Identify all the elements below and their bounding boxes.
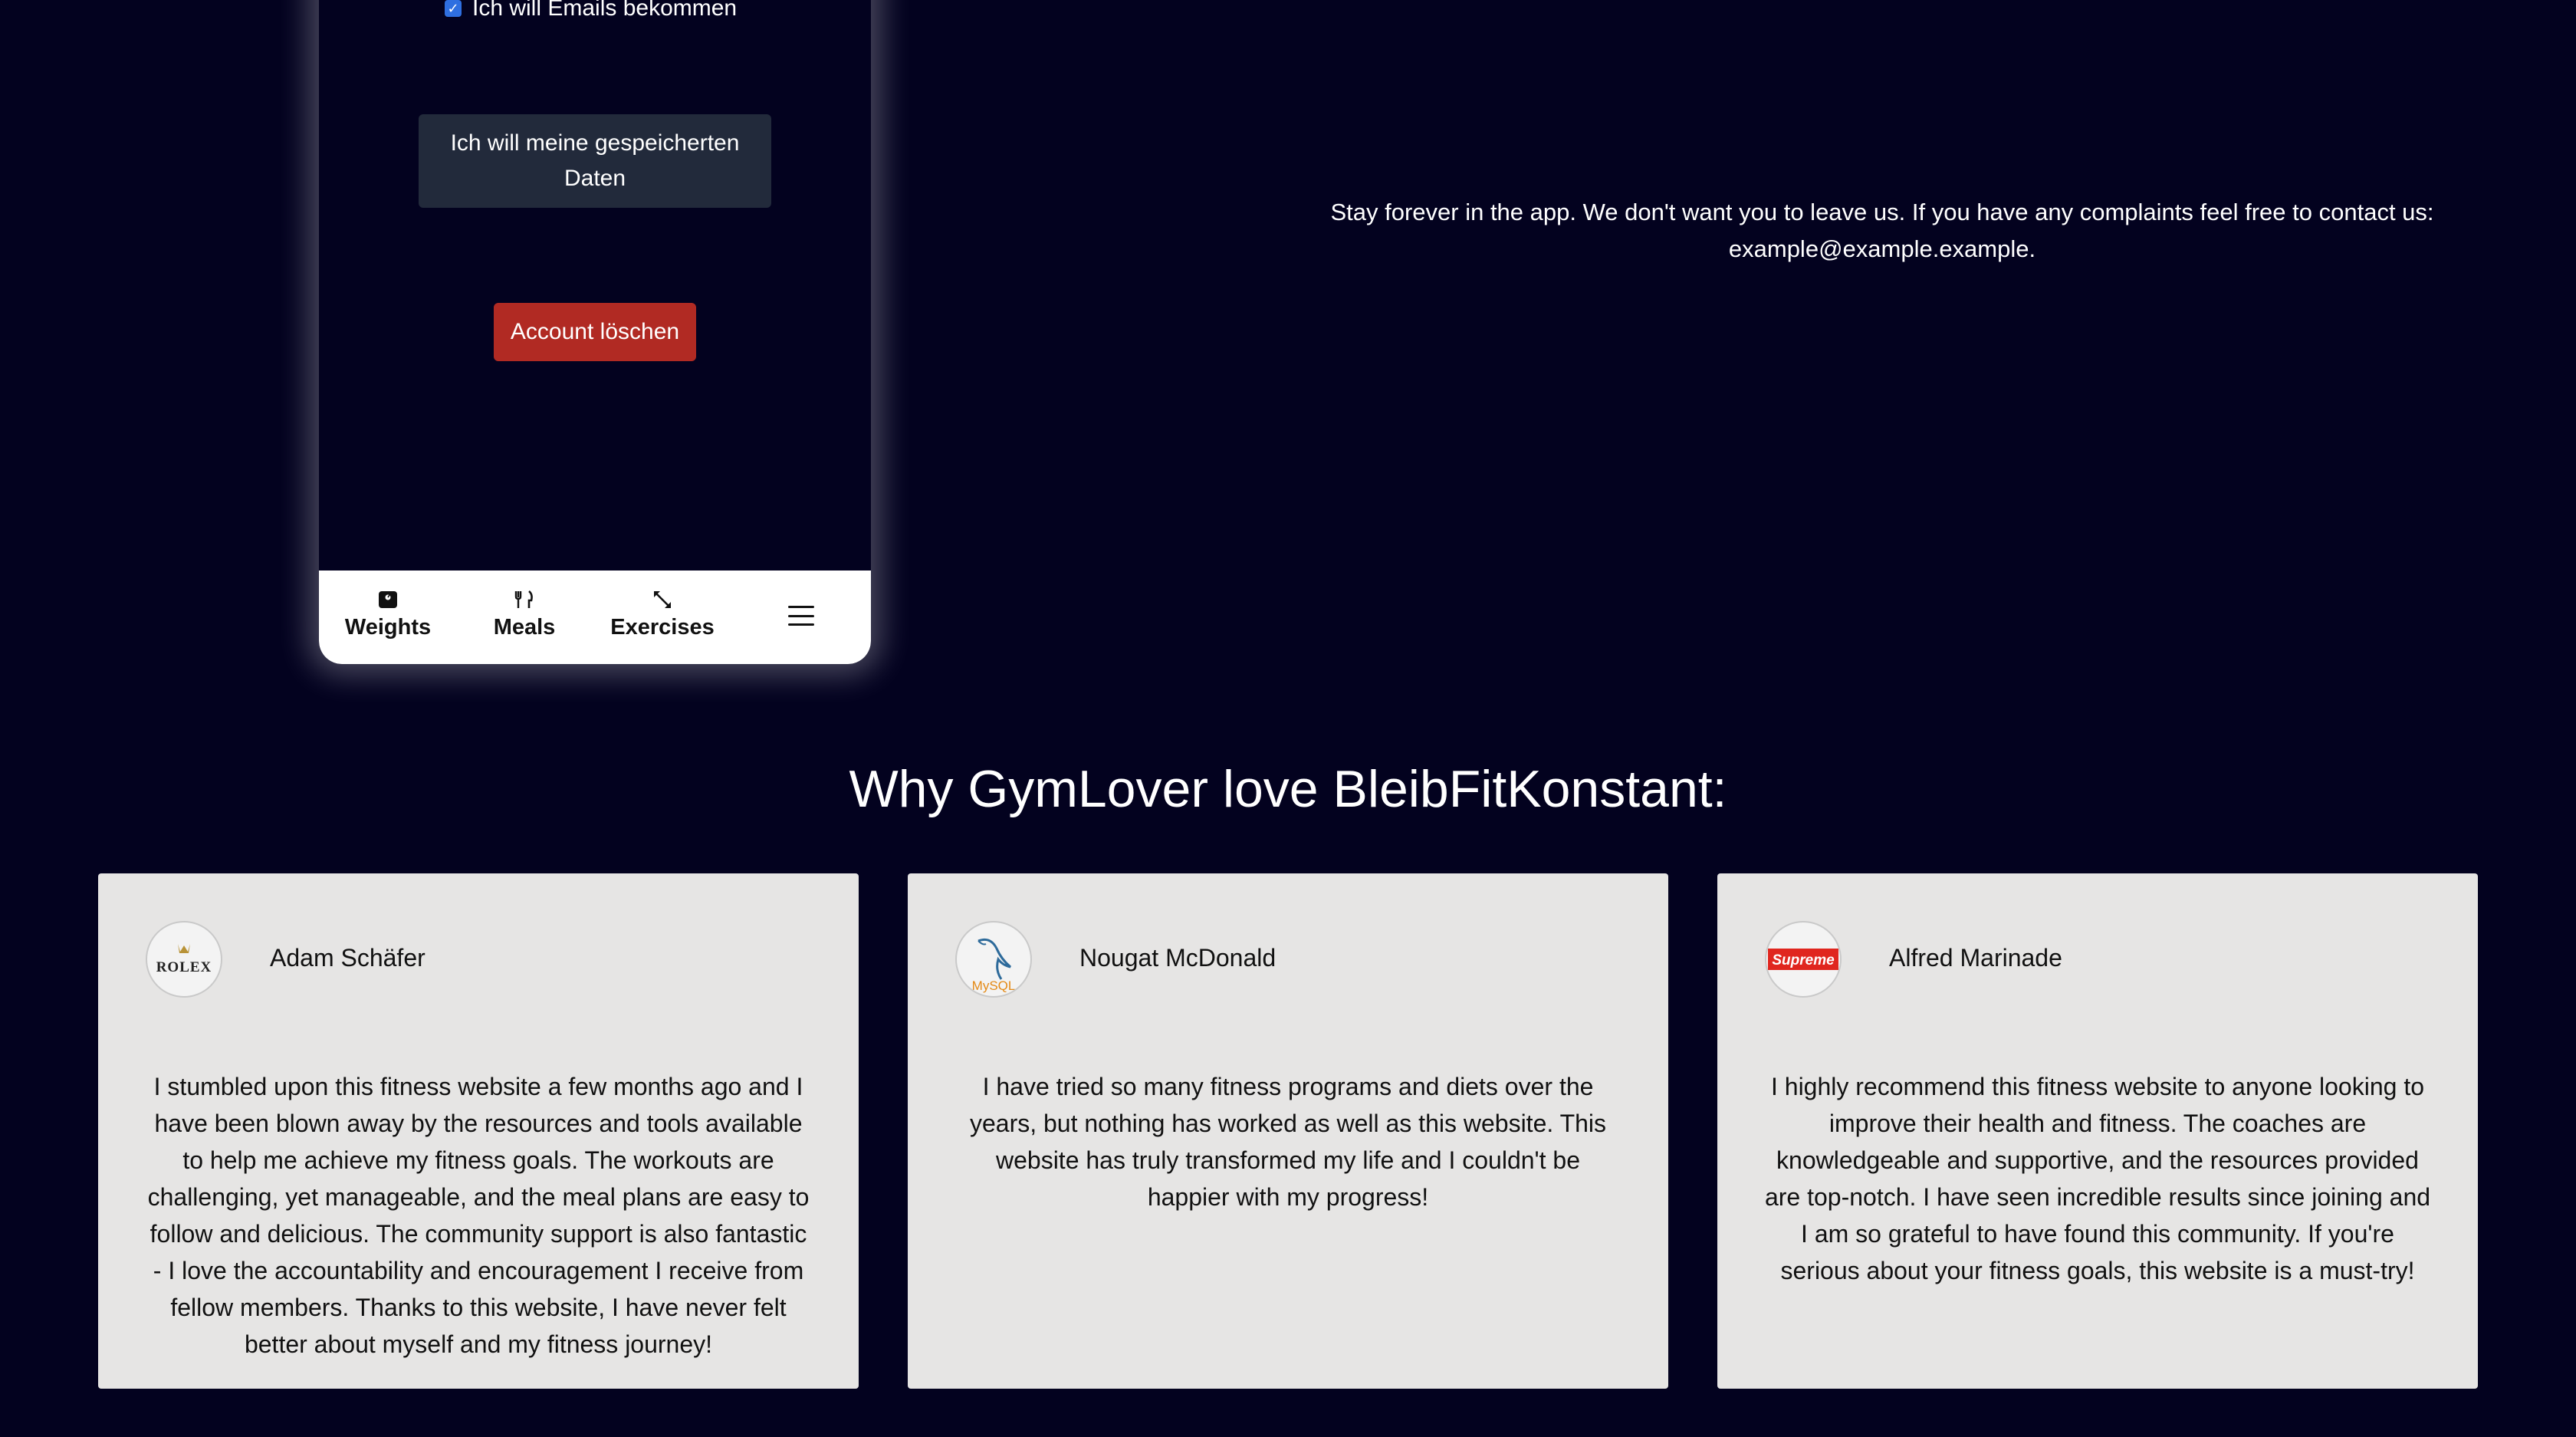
- testimonial-author: Nougat McDonald: [1079, 944, 1276, 972]
- testimonial-author: Adam Schäfer: [270, 944, 426, 972]
- svg-text:MySQL: MySQL: [972, 978, 1016, 993]
- testimonial-text: I stumbled upon this fitness website a f…: [147, 1073, 810, 1358]
- testimonial-card: Supreme Alfred Marinade I highly recomme…: [1717, 873, 2478, 1389]
- rolex-logo: ROLEX: [156, 944, 212, 975]
- hamburger-line: [788, 606, 814, 608]
- testimonial-card: ROLEX Adam Schäfer I stumbled upon this …: [98, 873, 859, 1389]
- hamburger-line: [788, 623, 814, 626]
- hamburger-menu-icon[interactable]: [788, 606, 814, 626]
- hamburger-line: [788, 614, 814, 617]
- testimonial-card: MySQL Nougat McDonald I have tried so ma…: [908, 873, 1668, 1389]
- nav-item-exercises[interactable]: Exercises: [601, 589, 724, 640]
- bottom-navigation: Weights Meals Exercises: [319, 571, 871, 664]
- testimonial-text: I have tried so many fitness programs an…: [969, 1073, 1607, 1211]
- mysql-logo: MySQL: [972, 938, 1016, 993]
- nav-item-weights[interactable]: Weights: [342, 589, 434, 640]
- scale-icon: [378, 589, 398, 610]
- avatar: ROLEX: [146, 921, 222, 998]
- nav-item-meals[interactable]: Meals: [478, 589, 570, 640]
- checkbox-checked-icon[interactable]: ✓: [445, 0, 462, 17]
- utensils-icon: [514, 589, 534, 610]
- testimonial-author: Alfred Marinade: [1889, 944, 2062, 972]
- nav-label-weights: Weights: [344, 615, 432, 640]
- supreme-logo: Supreme: [1768, 949, 1838, 970]
- email-opt-in-label: Ich will Emails bekommen: [472, 0, 738, 21]
- delete-account-button-label: Account löschen: [510, 319, 680, 344]
- expand-arrows-icon: [652, 589, 673, 610]
- request-data-button-label: Ich will meine gespeicherten Daten: [450, 130, 740, 191]
- request-data-button[interactable]: Ich will meine gespeicherten Daten: [419, 114, 771, 208]
- contact-text: Stay forever in the app. We don't want y…: [1330, 199, 2434, 262]
- phone-mockup: ✓ Ich will Emails bekommen Ich will mein…: [319, 0, 871, 664]
- avatar: Supreme: [1765, 921, 1842, 998]
- avatar: MySQL: [955, 921, 1032, 998]
- nav-label-exercises: Exercises: [610, 615, 715, 640]
- delete-account-button[interactable]: Account löschen: [494, 303, 696, 361]
- testimonial-text: I highly recommend this fitness website …: [1764, 1073, 2431, 1284]
- testimonials-heading: Why GymLover love BleibFitKonstant:: [849, 760, 1727, 818]
- svg-text:ROLEX: ROLEX: [156, 959, 212, 975]
- email-opt-in-row[interactable]: ✓ Ich will Emails bekommen: [445, 0, 737, 21]
- nav-label-meals: Meals: [493, 615, 556, 640]
- svg-text:Supreme: Supreme: [1772, 952, 1835, 968]
